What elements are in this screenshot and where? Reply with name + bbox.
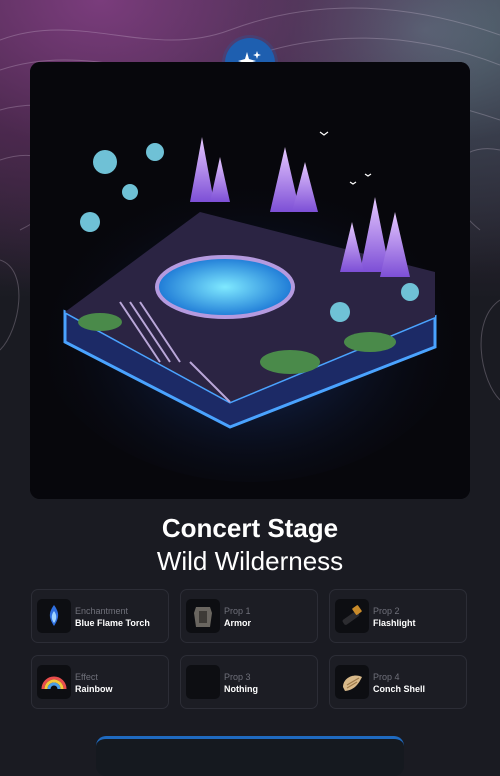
item-title: Concert Stage xyxy=(161,513,339,543)
slot-value: Nothing xyxy=(224,684,258,694)
slot-enchantment[interactable]: Enchantment Blue Flame Torch xyxy=(31,589,169,643)
conch-shell-icon xyxy=(335,665,369,699)
item-subtitle: Wild Wilderness xyxy=(156,546,344,576)
slot-effect[interactable]: Effect Rainbow xyxy=(31,655,169,709)
slot-label: Prop 2 xyxy=(373,606,400,616)
slot-prop-3[interactable]: Prop 3 Nothing xyxy=(180,655,318,709)
concert-stage-island-image xyxy=(30,62,470,499)
slot-value: Flashlight xyxy=(373,618,416,628)
slot-label: Prop 1 xyxy=(224,606,251,616)
flashlight-icon xyxy=(335,599,369,633)
armor-icon xyxy=(186,599,220,633)
slot-value: Conch Shell xyxy=(373,684,426,694)
slot-value: Rainbow xyxy=(75,684,113,694)
slot-value: Blue Flame Torch xyxy=(75,618,150,628)
slot-label: Prop 3 xyxy=(224,672,251,682)
slot-label: Prop 4 xyxy=(373,672,400,682)
blue-flame-torch-icon xyxy=(37,599,71,633)
slot-label: Enchantment xyxy=(75,606,129,616)
rainbow-icon xyxy=(37,665,71,699)
action-button[interactable] xyxy=(96,736,404,776)
slot-prop-4[interactable]: Prop 4 Conch Shell xyxy=(329,655,467,709)
slot-prop-2[interactable]: Prop 2 Flashlight xyxy=(329,589,467,643)
item-image[interactable] xyxy=(30,62,470,499)
empty-icon xyxy=(186,665,220,699)
slot-label: Effect xyxy=(75,672,98,682)
slot-value: Armor xyxy=(224,618,252,628)
slot-prop-1[interactable]: Prop 1 Armor xyxy=(180,589,318,643)
